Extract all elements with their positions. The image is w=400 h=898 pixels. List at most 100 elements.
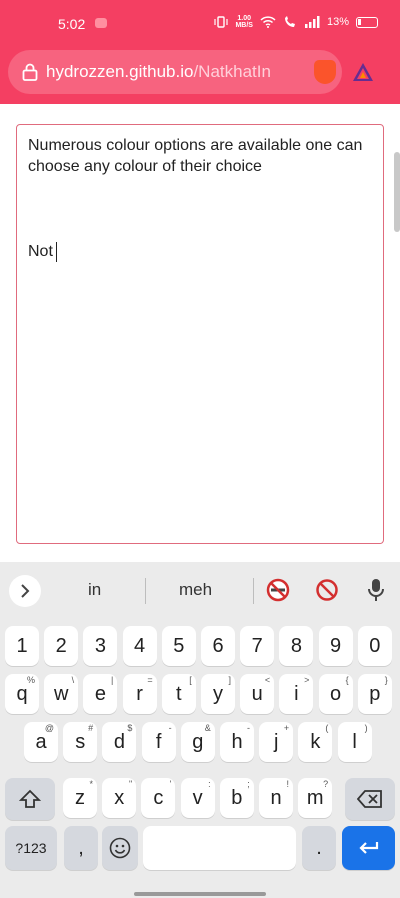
key-1[interactable]: 1 [5, 626, 39, 666]
key-a[interactable]: a @ [24, 722, 58, 762]
text-editor[interactable]: Numerous colour options are available on… [16, 124, 384, 544]
key-o[interactable]: o{ [318, 674, 353, 714]
key-h[interactable]: h- [220, 722, 254, 762]
key-g[interactable]: g & [180, 722, 215, 762]
key-hint: < [264, 675, 271, 685]
battery-icon [356, 16, 378, 28]
key-label: 0 [369, 634, 381, 657]
key-t[interactable]: t[ [161, 674, 196, 714]
key-n[interactable]: n! [259, 778, 293, 818]
key-label: d [113, 730, 125, 753]
key-hint: ! [286, 779, 289, 789]
key-r[interactable]: r = [122, 674, 157, 714]
status-time: 5:02 [58, 16, 86, 32]
key-x[interactable]: x " [102, 778, 137, 818]
symbols-key[interactable]: ?123 [5, 826, 57, 870]
emoji-key[interactable] [102, 826, 138, 870]
no-smoking-emoji-icon[interactable] [266, 578, 290, 602]
prohibited-emoji-icon[interactable] [315, 578, 339, 602]
key-label: o [330, 682, 342, 705]
gesture-nav-bar[interactable] [134, 892, 266, 896]
enter-key[interactable] [342, 826, 395, 870]
key-label: x [114, 786, 125, 809]
key-9[interactable]: 9 [318, 626, 353, 666]
key-label: z [75, 786, 85, 809]
backspace-icon [357, 790, 382, 808]
address-bar[interactable]: hydrozzen.github.io/NatkhatIn [8, 50, 342, 94]
scrollbar[interactable] [394, 152, 400, 232]
key-label: w [53, 682, 69, 705]
key-hint: ( [325, 723, 329, 733]
key-b[interactable]: b; [219, 778, 254, 818]
key-m[interactable]: m? [298, 778, 333, 818]
battery-percent: 13% [326, 16, 349, 28]
key-u[interactable]: u < [240, 674, 275, 714]
key-label: u [251, 682, 263, 705]
key-hint: [ [189, 675, 192, 685]
key-label: 1 [16, 634, 28, 657]
key-hint: + [283, 723, 290, 733]
key-q[interactable]: q% [5, 674, 39, 714]
key-y[interactable]: y] [201, 674, 235, 714]
key-5[interactable]: 5 [161, 626, 196, 666]
suggestion-1[interactable]: in [88, 580, 101, 600]
key-hint: $ [127, 723, 133, 733]
key-f[interactable]: f- [141, 722, 176, 762]
key-hint: @ [44, 723, 54, 733]
text-caret [55, 241, 57, 262]
key-hint: } [384, 675, 388, 685]
key-c[interactable]: c ' [141, 778, 176, 818]
key-p[interactable]: p} [357, 674, 392, 714]
backspace-key[interactable] [345, 778, 395, 820]
key-label: f [155, 730, 162, 753]
key-hint: % [26, 675, 35, 685]
key-8[interactable]: 8 [279, 626, 314, 666]
key-label: 2 [55, 634, 67, 657]
key-z[interactable]: z * [63, 778, 97, 818]
suggestion-2[interactable]: meh [179, 580, 212, 600]
comma-key[interactable]: , [64, 826, 98, 870]
period-key[interactable]: . [302, 826, 336, 870]
key-label: j [273, 730, 279, 753]
key-d[interactable]: d $ [102, 722, 137, 762]
key-s[interactable]: s # [63, 722, 98, 762]
key-hint: : [208, 779, 211, 789]
key-7[interactable]: 7 [240, 626, 275, 666]
chevron-right-icon [21, 584, 30, 598]
key-0[interactable]: 0 [357, 626, 392, 666]
key-label: a [35, 730, 47, 753]
brave-rewards-icon[interactable] [352, 62, 374, 82]
enter-icon [358, 842, 378, 854]
suggestion-divider [145, 578, 146, 604]
microphone-icon[interactable] [368, 578, 384, 602]
key-v[interactable]: v: [180, 778, 215, 818]
key-label: c [153, 786, 164, 809]
key-hint: \ [71, 675, 75, 685]
key-e[interactable]: e | [83, 674, 118, 714]
key-6[interactable]: 6 [201, 626, 235, 666]
key-label: k [310, 730, 321, 753]
key-label: y [213, 682, 223, 705]
key-hint: { [345, 675, 349, 685]
expand-toolbar-button[interactable] [9, 575, 41, 607]
key-hint: & [204, 723, 211, 733]
key-hint: ) [364, 723, 368, 733]
key-label: 9 [330, 634, 342, 657]
editor-current-line: Not [28, 241, 372, 262]
suggestion-divider [253, 578, 254, 604]
key-w[interactable]: w \ [44, 674, 79, 714]
key-k[interactable]: k( [298, 722, 333, 762]
key-3[interactable]: 3 [83, 626, 118, 666]
key-j[interactable]: j + [259, 722, 294, 762]
key-label: g [192, 730, 204, 753]
shift-key[interactable] [5, 778, 55, 820]
key-4[interactable]: 4 [122, 626, 157, 666]
brave-shields-icon[interactable] [314, 60, 336, 84]
key-label: n [270, 786, 282, 809]
key-i[interactable]: i > [279, 674, 314, 714]
key-l[interactable]: l) [337, 722, 372, 762]
space-key[interactable] [143, 826, 296, 870]
key-label: e [94, 682, 106, 705]
key-label: i [294, 682, 299, 705]
key-2[interactable]: 2 [44, 626, 79, 666]
